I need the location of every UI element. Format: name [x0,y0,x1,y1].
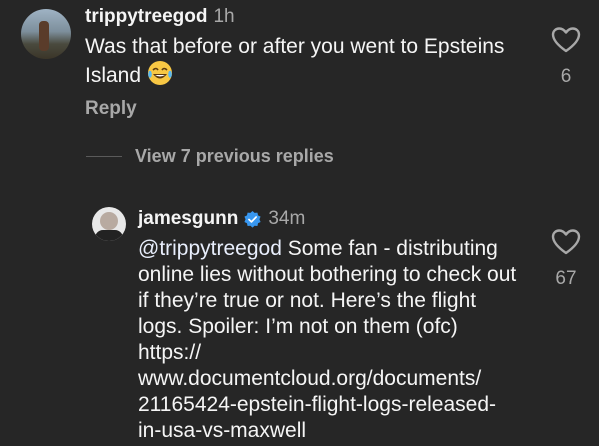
like-heart-icon[interactable] [551,228,581,256]
verified-badge-icon [244,210,261,228]
comment-text: Was that before or after you went to Eps… [85,34,505,89]
like-count: 6 [560,66,572,87]
reply-body: Some fan - distributing online lies with… [138,237,517,442]
avatar-image [39,21,49,51]
avatar-image [100,212,118,230]
reply-text: @trippytreegod Some fan - distributing o… [138,236,518,444]
reply-button[interactable]: Reply [85,98,137,120]
view-previous-replies-button[interactable]: View 7 previous replies [135,146,334,167]
reply-header: jamesgunn 34m [138,208,305,230]
mention-link[interactable]: @trippytreegod [138,237,282,260]
avatar-image-shirt [95,230,123,241]
like-heart-icon[interactable] [551,26,581,54]
comment-timestamp: 1h [213,6,235,27]
username-trippytreegod[interactable]: trippytreegod [85,6,207,27]
username-jamesgunn[interactable]: jamesgunn [138,208,238,230]
avatar-jamesgunn[interactable] [92,207,126,241]
face-with-tears-of-joy-icon [148,61,173,85]
like-count: 67 [555,268,577,289]
avatar-trippytreegod[interactable] [21,9,71,59]
thread-divider [86,156,122,157]
comment-header: trippytreegod 1h [85,6,235,28]
reply-timestamp: 34m [268,208,306,229]
